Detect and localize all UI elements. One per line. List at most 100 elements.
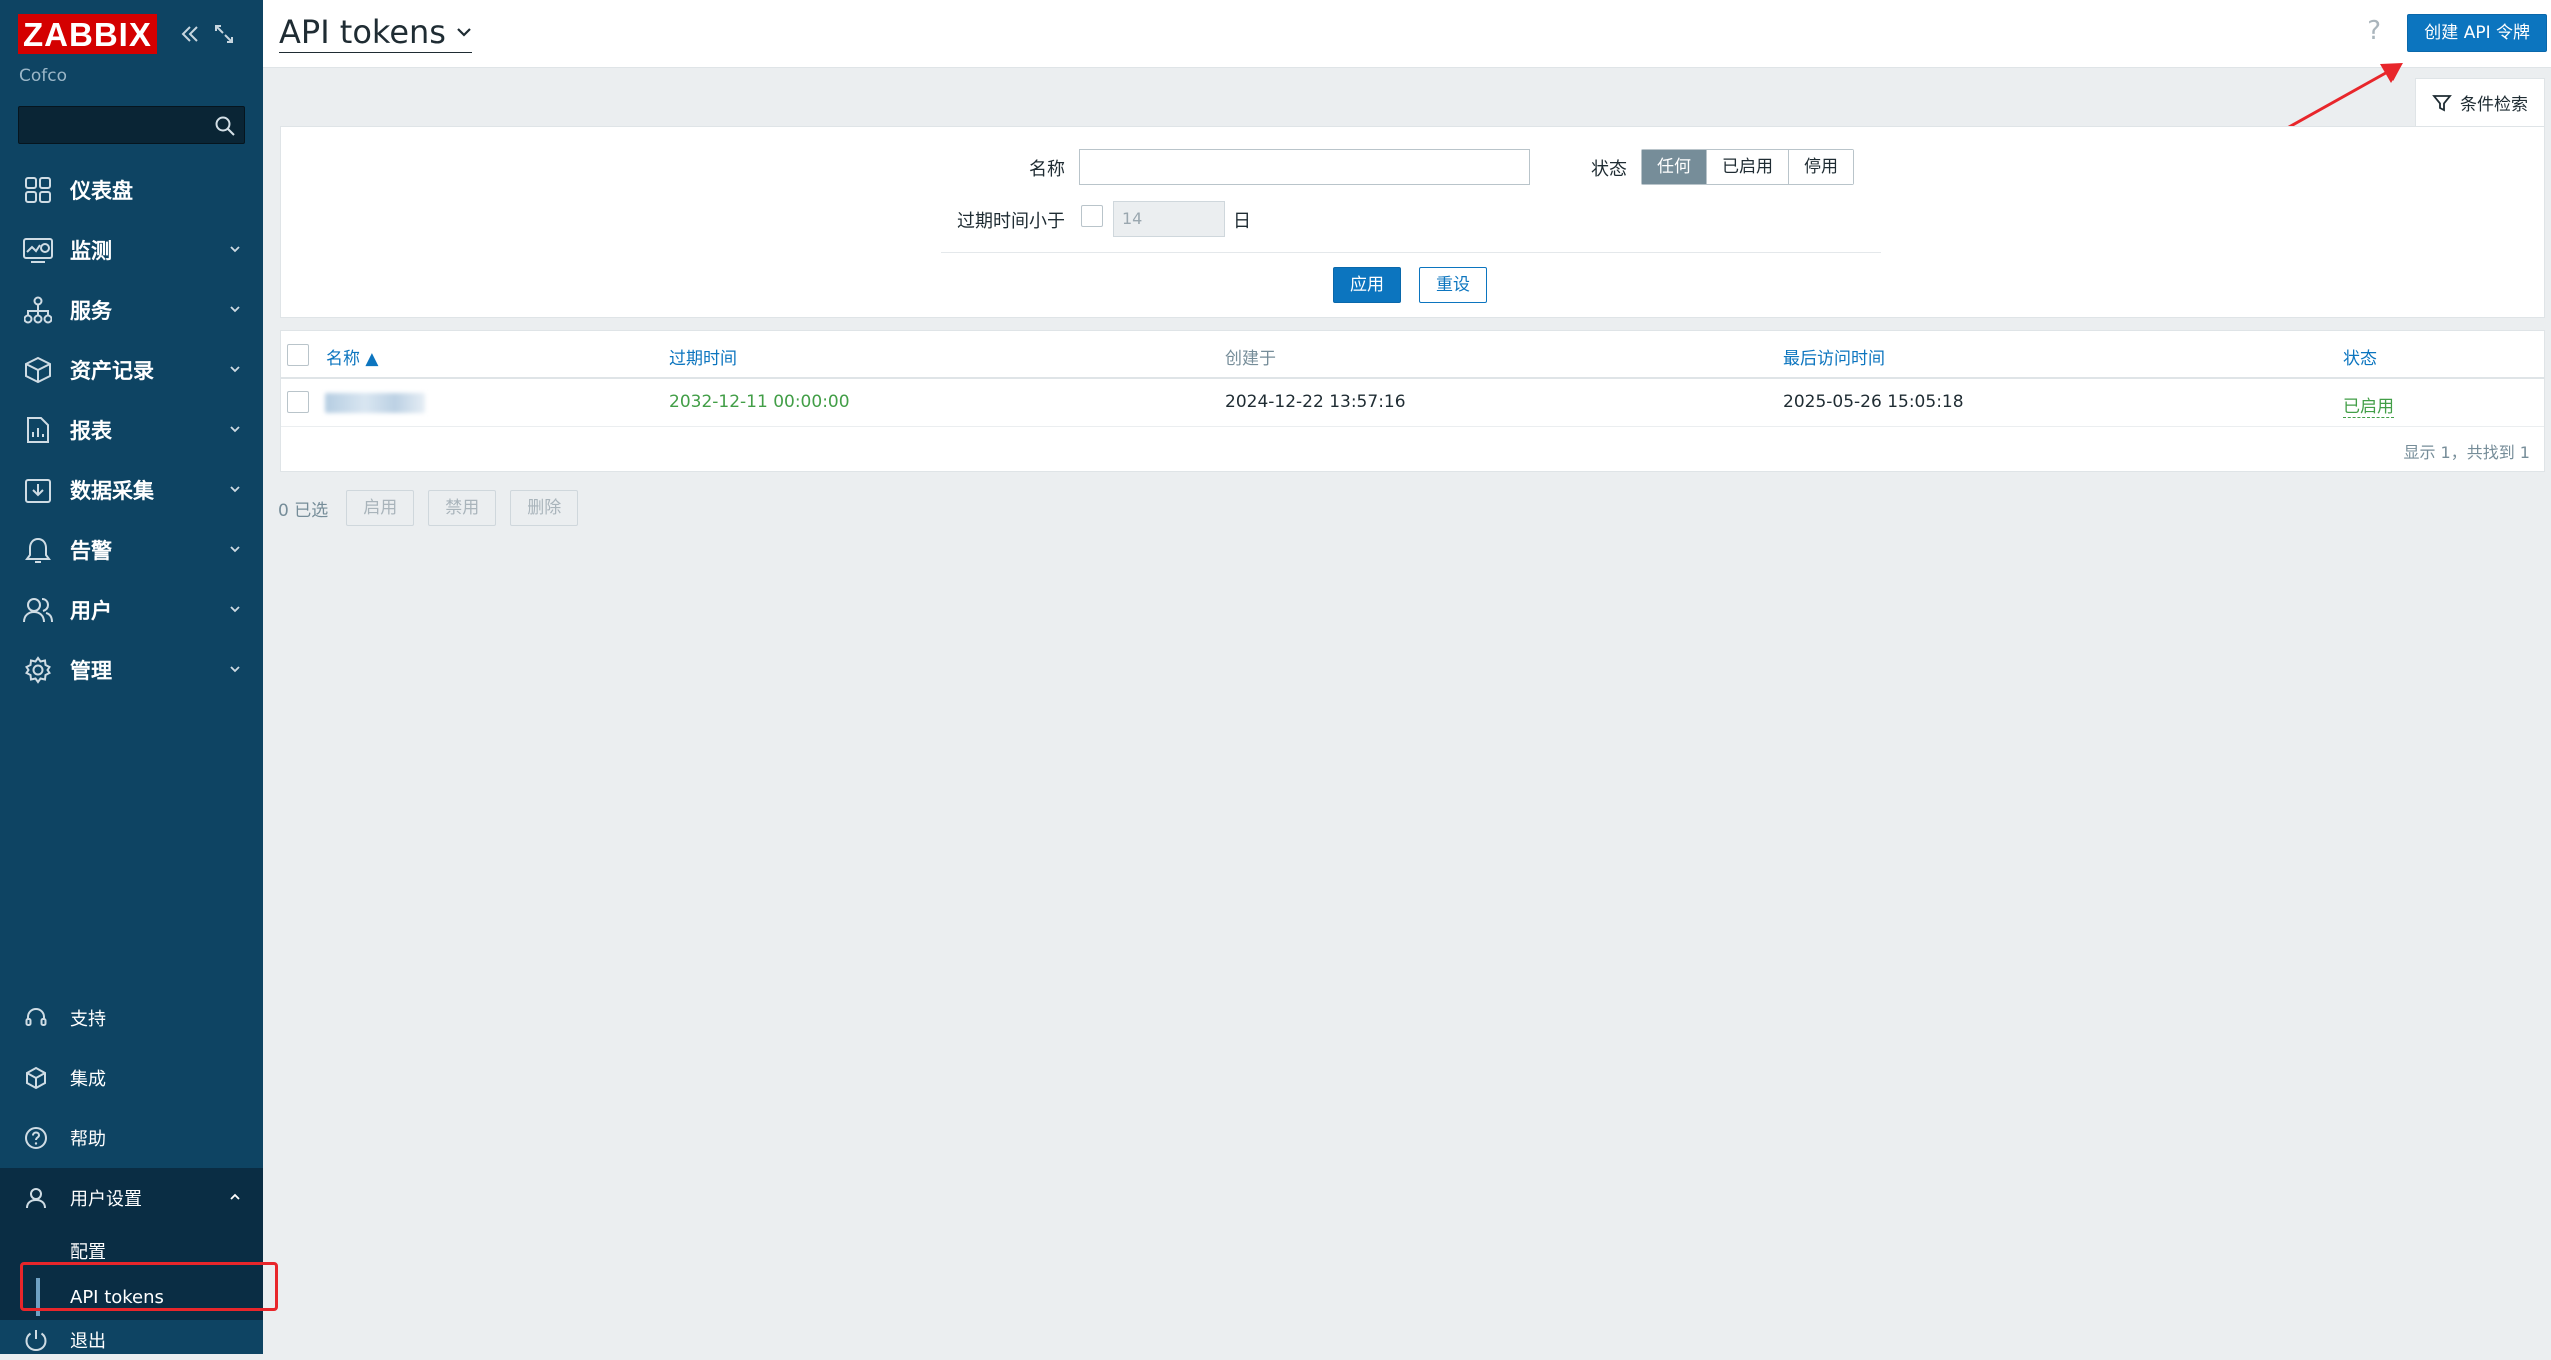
- token-name-link-redacted[interactable]: [325, 393, 425, 413]
- nav-label: 用户: [70, 599, 112, 623]
- expires-filter-checkbox[interactable]: [1081, 205, 1103, 227]
- nav-users[interactable]: 用户: [0, 580, 263, 640]
- services-icon: [22, 294, 54, 326]
- integrations-icon: [22, 1064, 50, 1092]
- reset-button[interactable]: 重设: [1419, 267, 1487, 303]
- status-any-option[interactable]: 任何: [1642, 150, 1707, 184]
- filter-divider: [941, 252, 1881, 253]
- column-created-header: 创建于: [1225, 349, 1276, 369]
- nav-label: 集成: [70, 1069, 106, 1090]
- administration-icon: [22, 654, 54, 686]
- nav-help[interactable]: 帮助: [0, 1108, 263, 1168]
- name-filter-input[interactable]: [1079, 149, 1530, 185]
- table-header: 名称 ▲ 过期时间 创建于 最后访问时间 状态: [281, 331, 2544, 379]
- collapse-sidebar-icon[interactable]: [179, 23, 201, 45]
- nav-label: 退出: [70, 1331, 106, 1352]
- filter-panel: 名称 状态 任何 已启用 停用 过期时间小于 14 日 应用 重设: [280, 126, 2545, 318]
- enable-button[interactable]: 启用: [346, 490, 415, 526]
- chevron-down-icon: [230, 426, 240, 433]
- nav-label: 告警: [70, 539, 112, 563]
- chevron-down-icon: [230, 306, 240, 313]
- status-filter-segmented: 任何 已启用 停用: [1641, 149, 1854, 185]
- nav-sign-out[interactable]: 退出: [0, 1320, 263, 1360]
- nav-label: 帮助: [70, 1129, 106, 1150]
- chevron-down-icon: [230, 246, 240, 253]
- nav-reports[interactable]: 报表: [0, 400, 263, 460]
- main-navigation: 仪表盘 监测 服务 资产记录 报表 数据采集 告警 用户 管理: [0, 160, 263, 700]
- expires-days-input[interactable]: 14: [1113, 201, 1225, 237]
- select-all-checkbox[interactable]: [287, 344, 309, 366]
- nav-support[interactable]: 支持: [0, 988, 263, 1048]
- nav-administration[interactable]: 管理: [0, 640, 263, 700]
- column-name-header[interactable]: 名称 ▲: [326, 344, 378, 369]
- chevron-down-icon: [230, 606, 240, 613]
- status-disabled-option[interactable]: 停用: [1789, 150, 1853, 184]
- table-row: 2032-12-11 00:00:00 2024-12-22 13:57:16 …: [281, 379, 2544, 427]
- server-name: Cofco: [19, 66, 68, 86]
- search-icon[interactable]: [214, 115, 236, 137]
- row-last-accessed: 2025-05-26 15:05:18: [1783, 392, 1964, 412]
- delete-button[interactable]: 删除: [510, 490, 579, 526]
- data-collection-icon: [22, 474, 54, 506]
- nav-label: 监测: [70, 239, 112, 263]
- chevron-up-icon: [230, 1193, 240, 1200]
- nav-dashboards[interactable]: 仪表盘: [0, 160, 263, 220]
- help-icon: [22, 1124, 50, 1152]
- status-enabled-option[interactable]: 已启用: [1707, 150, 1789, 184]
- expires-filter-label: 过期时间小于: [957, 211, 1065, 232]
- nav-services[interactable]: 服务: [0, 280, 263, 340]
- status-filter-label: 状态: [1591, 159, 1627, 180]
- alerts-icon: [22, 534, 54, 566]
- nav-user-settings[interactable]: 用户设置: [0, 1168, 263, 1228]
- nav-data-collection[interactable]: 数据采集: [0, 460, 263, 520]
- inventory-icon: [22, 354, 54, 386]
- api-tokens-table: 名称 ▲ 过期时间 创建于 最后访问时间 状态 2032-12-11 00:00…: [280, 330, 2545, 472]
- chevron-down-icon: [230, 366, 240, 373]
- page-title[interactable]: API tokens: [279, 14, 472, 53]
- sidebar: ZABBIX Cofco 仪表盘 监测 服务 资产记录 报表 数据采集 告警 用…: [0, 0, 263, 1354]
- annotation-highlight-box: [20, 1262, 278, 1311]
- row-checkbox[interactable]: [287, 391, 309, 413]
- nav-inventory[interactable]: 资产记录: [0, 340, 263, 400]
- monitoring-icon: [22, 234, 54, 266]
- logo-row: ZABBIX: [18, 14, 235, 54]
- zabbix-logo[interactable]: ZABBIX: [18, 14, 157, 54]
- nav-integrations[interactable]: 集成: [0, 1048, 263, 1108]
- chevron-down-icon: [230, 486, 240, 493]
- row-created-at: 2024-12-22 13:57:16: [1225, 392, 1406, 412]
- dashboard-icon: [22, 174, 54, 206]
- nav-label: 仪表盘: [70, 179, 133, 203]
- row-status-link[interactable]: 已启用: [2343, 392, 2394, 418]
- user-icon: [22, 1184, 50, 1212]
- name-filter-label: 名称: [1029, 159, 1065, 180]
- headset-icon: [22, 1004, 50, 1032]
- apply-button[interactable]: 应用: [1333, 267, 1401, 303]
- column-last-accessed-header[interactable]: 最后访问时间: [1783, 344, 1885, 369]
- filter-icon: [2432, 94, 2452, 111]
- table-result-count: 显示 1，共找到 1: [2403, 443, 2530, 462]
- nav-monitoring[interactable]: 监测: [0, 220, 263, 280]
- nav-label: 支持: [70, 1009, 106, 1030]
- column-expires-header[interactable]: 过期时间: [669, 344, 737, 369]
- days-unit-label: 日: [1233, 211, 1251, 232]
- sidebar-search-input[interactable]: [18, 106, 245, 144]
- hide-sidebar-icon[interactable]: [213, 23, 235, 45]
- nav-alerts[interactable]: 告警: [0, 520, 263, 580]
- nav-label: 服务: [70, 299, 112, 323]
- power-icon: [22, 1326, 50, 1354]
- create-api-token-button[interactable]: 创建 API 令牌: [2407, 14, 2547, 52]
- nav-label: 用户设置: [70, 1189, 142, 1210]
- nav-label: 报表: [70, 419, 112, 443]
- nav-label: 数据采集: [70, 479, 154, 503]
- mass-action-bar: 0 已选 启用 禁用 删除: [278, 490, 592, 526]
- filter-tab[interactable]: 条件检索: [2415, 78, 2545, 126]
- reports-icon: [22, 414, 54, 446]
- column-status-header[interactable]: 状态: [2343, 344, 2377, 369]
- nav-label: 资产记录: [70, 359, 154, 383]
- chevron-down-icon: [457, 28, 471, 37]
- disable-button[interactable]: 禁用: [428, 490, 497, 526]
- help-icon[interactable]: ?: [2367, 16, 2381, 46]
- page-title-text: API tokens: [279, 13, 446, 51]
- nav-label: 管理: [70, 659, 112, 683]
- chevron-down-icon: [230, 666, 240, 673]
